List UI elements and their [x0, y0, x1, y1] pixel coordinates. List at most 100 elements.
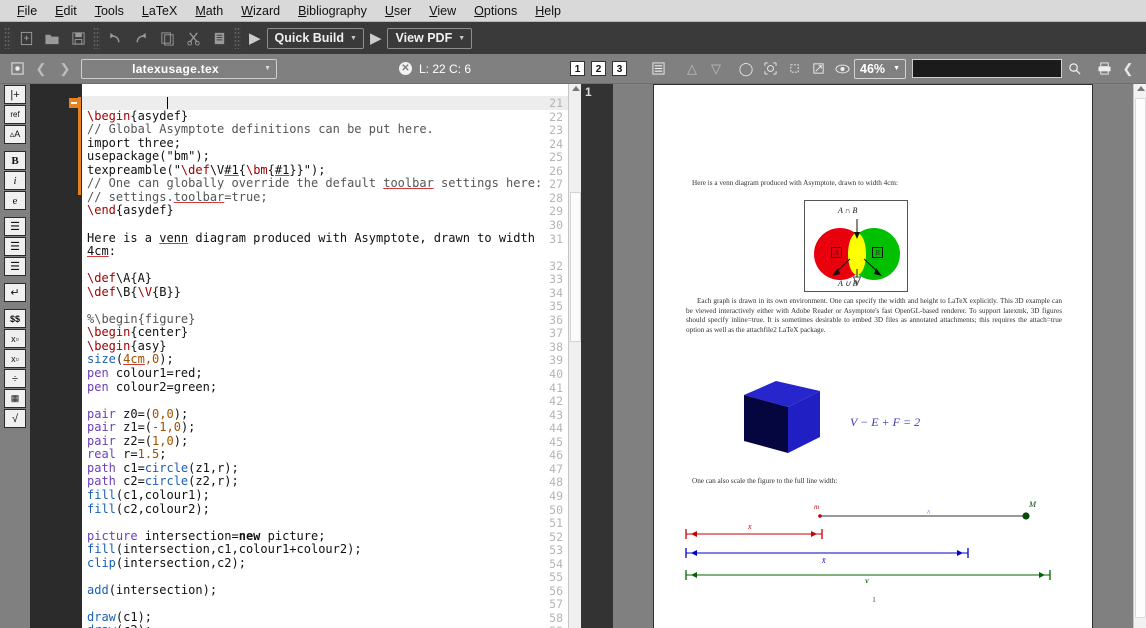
- open-folder-icon[interactable]: [39, 25, 65, 51]
- print-icon[interactable]: [1092, 58, 1116, 80]
- code-line[interactable]: path c1=circle(z1,r);: [87, 461, 239, 476]
- sidebar-item-align-right[interactable]: ☰: [4, 257, 26, 276]
- toolbar-grip[interactable]: [4, 27, 11, 49]
- save-icon[interactable]: [65, 25, 91, 51]
- code-line[interactable]: size(4cm,0);: [87, 353, 174, 367]
- forward-icon[interactable]: ❯: [53, 58, 77, 80]
- pdf-scrollbar[interactable]: [1133, 84, 1146, 628]
- structure-panel-icon[interactable]: [646, 58, 670, 80]
- code-line[interactable]: fill(intersection,c1,colour1+colour2);: [87, 542, 362, 557]
- sidebar-item-sqrt[interactable]: √: [4, 409, 26, 428]
- next-page-icon[interactable]: ▽: [704, 58, 728, 80]
- back-icon[interactable]: ❮: [29, 58, 53, 80]
- fold-collapse-button[interactable]: [69, 98, 79, 108]
- code-line[interactable]: // settings.toolbar=true;: [87, 190, 268, 205]
- fit-original-icon[interactable]: ◯: [734, 58, 758, 80]
- center-cursor-icon[interactable]: [5, 58, 29, 80]
- code-line[interactable]: clip(intersection,c2);: [87, 556, 246, 571]
- code-line[interactable]: \def\A{A}: [87, 271, 152, 286]
- menu-item-math[interactable]: Math: [186, 2, 232, 20]
- fit-width-icon[interactable]: [782, 58, 806, 80]
- fit-page-icon[interactable]: [758, 58, 782, 80]
- view-pdf-dropdown[interactable]: View PDF ▼: [387, 27, 473, 49]
- sidebar-item-align-center[interactable]: ☰: [4, 237, 26, 256]
- sidebar-item-insert[interactable]: |+: [4, 85, 26, 104]
- menu-item-file[interactable]: File: [8, 2, 46, 20]
- code-line[interactable]: draw(c1);: [87, 610, 152, 625]
- editor-scrollbar[interactable]: [568, 84, 581, 628]
- code-line[interactable]: \begin{asy}: [87, 339, 166, 354]
- quick-build-dropdown[interactable]: Quick Build ▼: [266, 27, 364, 49]
- code-line[interactable]: \begin{center}: [87, 326, 188, 340]
- sidebar-item-bold[interactable]: B: [4, 151, 26, 170]
- code-line[interactable]: %\begin{figure}: [87, 312, 195, 327]
- code-line[interactable]: // One can globally override the default…: [87, 177, 542, 191]
- sidebar-item-reference[interactable]: ref: [4, 105, 26, 124]
- menu-item-help[interactable]: Help: [526, 2, 570, 20]
- sidebar-item-align-left[interactable]: ☰: [4, 217, 26, 236]
- pdf-scrollbar-thumb[interactable]: [1135, 98, 1146, 618]
- code-line[interactable]: \end{asydef}: [87, 204, 174, 218]
- previous-page-icon[interactable]: △: [680, 58, 704, 80]
- presentation-eye-icon[interactable]: [830, 58, 854, 80]
- menu-item-latex[interactable]: LaTeX: [133, 2, 186, 20]
- pdf-search-input[interactable]: [912, 59, 1062, 78]
- sidebar-item-math-mode[interactable]: $$: [4, 309, 26, 328]
- pdf-preview-pane[interactable]: Here is a venn diagram produced with Asy…: [613, 84, 1133, 628]
- menu-item-view[interactable]: View: [420, 2, 465, 20]
- code-line[interactable]: Here is a venn diagram produced with Asy…: [87, 231, 535, 246]
- scroll-up-icon[interactable]: [572, 86, 580, 91]
- search-icon[interactable]: [1062, 58, 1086, 80]
- code-line[interactable]: pair z0=(0,0);: [87, 407, 188, 422]
- paste-icon[interactable]: [206, 25, 232, 51]
- menu-item-edit[interactable]: Edit: [46, 2, 86, 20]
- fit-text-width-icon[interactable]: [806, 58, 830, 80]
- menu-item-bibliography[interactable]: Bibliography: [289, 2, 376, 20]
- code-line[interactable]: pen colour1=red;: [87, 366, 203, 381]
- error-status-icon[interactable]: ✕: [399, 62, 412, 75]
- sidebar-item-text-style[interactable]: ▵A: [4, 125, 26, 144]
- view-mode-2-button[interactable]: 2: [591, 61, 607, 76]
- zoom-level-dropdown[interactable]: 46% ▼: [854, 58, 906, 79]
- build-play-icon[interactable]: ▶: [249, 29, 261, 47]
- code-line[interactable]: path c2=circle(z2,r);: [87, 475, 239, 489]
- code-line[interactable]: 4cm:: [87, 244, 116, 259]
- view-mode-3-button[interactable]: 3: [612, 61, 628, 76]
- menu-item-options[interactable]: Options: [465, 2, 526, 20]
- code-line[interactable]: real r=1.5;: [87, 448, 167, 462]
- code-editor[interactable]: \begin{asydef}// Global Asymptote defini…: [30, 84, 568, 628]
- open-file-dropdown[interactable]: latexusage.tex ▼: [81, 58, 277, 79]
- code-line[interactable]: pair z2=(1,0);: [87, 434, 188, 449]
- toolbar-grip-3[interactable]: [234, 27, 241, 49]
- code-line[interactable]: pen colour2=green;: [87, 380, 217, 395]
- code-line[interactable]: add(intersection);: [87, 583, 217, 598]
- sidebar-item-fraction[interactable]: ÷: [4, 369, 26, 388]
- undo-icon[interactable]: [102, 25, 128, 51]
- toolbar-grip-2[interactable]: [93, 27, 100, 49]
- code-line[interactable]: \def\B{\V{B}}: [87, 285, 181, 300]
- code-line[interactable]: picture intersection=new picture;: [87, 529, 325, 544]
- editor-scrollbar-thumb[interactable]: [570, 192, 581, 342]
- redo-icon[interactable]: [128, 25, 154, 51]
- code-line[interactable]: usepackage("bm");: [87, 149, 210, 164]
- sidebar-item-binomial[interactable]: ▦: [4, 389, 26, 408]
- code-line[interactable]: draw(c2);: [87, 624, 152, 628]
- code-line[interactable]: import three;: [87, 136, 181, 151]
- code-line[interactable]: // Global Asymptote definitions can be p…: [87, 122, 434, 137]
- menu-item-tools[interactable]: Tools: [86, 2, 133, 20]
- code-line[interactable]: fill(c2,colour2);: [87, 502, 210, 517]
- pdf-scroll-up-icon[interactable]: [1137, 86, 1145, 91]
- new-file-icon[interactable]: [13, 25, 39, 51]
- view-mode-1-button[interactable]: 1: [570, 61, 586, 76]
- menu-item-user[interactable]: User: [376, 2, 420, 20]
- menu-item-wizard[interactable]: Wizard: [232, 2, 289, 20]
- code-line[interactable]: \begin{asydef}: [87, 109, 188, 124]
- sidebar-item-emphasis[interactable]: e: [4, 191, 26, 210]
- code-lines[interactable]: \begin{asydef}// Global Asymptote defini…: [82, 84, 568, 628]
- sidebar-item-italic[interactable]: i: [4, 171, 26, 190]
- copy-icon[interactable]: [154, 25, 180, 51]
- sidebar-item-newline[interactable]: ↵: [4, 283, 26, 302]
- code-line[interactable]: fill(c1,colour1);: [87, 488, 210, 503]
- view-pdf-play-icon[interactable]: ▶: [370, 29, 382, 47]
- sidebar-item-subscript[interactable]: x▫: [4, 329, 26, 348]
